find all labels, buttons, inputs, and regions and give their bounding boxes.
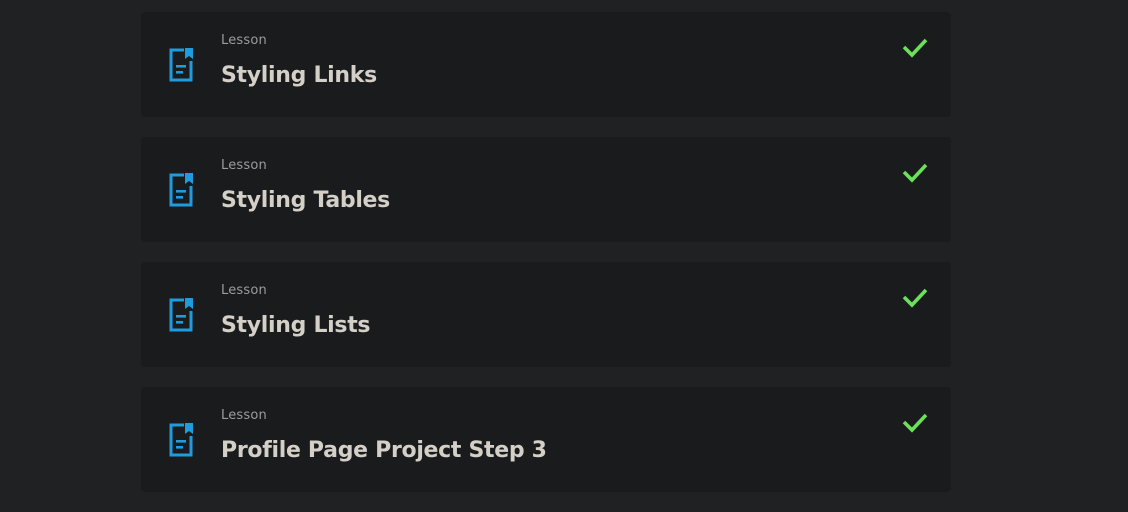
lesson-document-icon	[169, 48, 193, 82]
lesson-kind-label: Lesson	[221, 158, 267, 173]
lesson-document-icon	[169, 423, 193, 457]
lesson-document-icon	[169, 173, 193, 207]
lesson-title[interactable]: Styling Links	[221, 63, 377, 88]
lesson-card[interactable]: Lesson Styling Lists	[141, 262, 951, 367]
checkmark-icon	[902, 38, 928, 58]
lesson-card[interactable]: Lesson Styling Tables	[141, 137, 951, 242]
lesson-title[interactable]: Styling Lists	[221, 313, 371, 338]
lesson-card[interactable]: Lesson Profile Page Project Step 3	[141, 387, 951, 492]
lesson-kind-label: Lesson	[221, 283, 267, 298]
lesson-document-icon	[169, 298, 193, 332]
checkmark-icon	[902, 413, 928, 433]
lesson-kind-label: Lesson	[221, 408, 267, 423]
lesson-card[interactable]: Lesson Styling Links	[141, 12, 951, 117]
checkmark-icon	[902, 163, 928, 183]
lesson-title[interactable]: Profile Page Project Step 3	[221, 438, 547, 463]
checkmark-icon	[902, 288, 928, 308]
lesson-kind-label: Lesson	[221, 33, 267, 48]
lesson-title[interactable]: Styling Tables	[221, 188, 390, 213]
lesson-list: Lesson Styling Links Lesson Styling Tabl…	[141, 12, 951, 512]
